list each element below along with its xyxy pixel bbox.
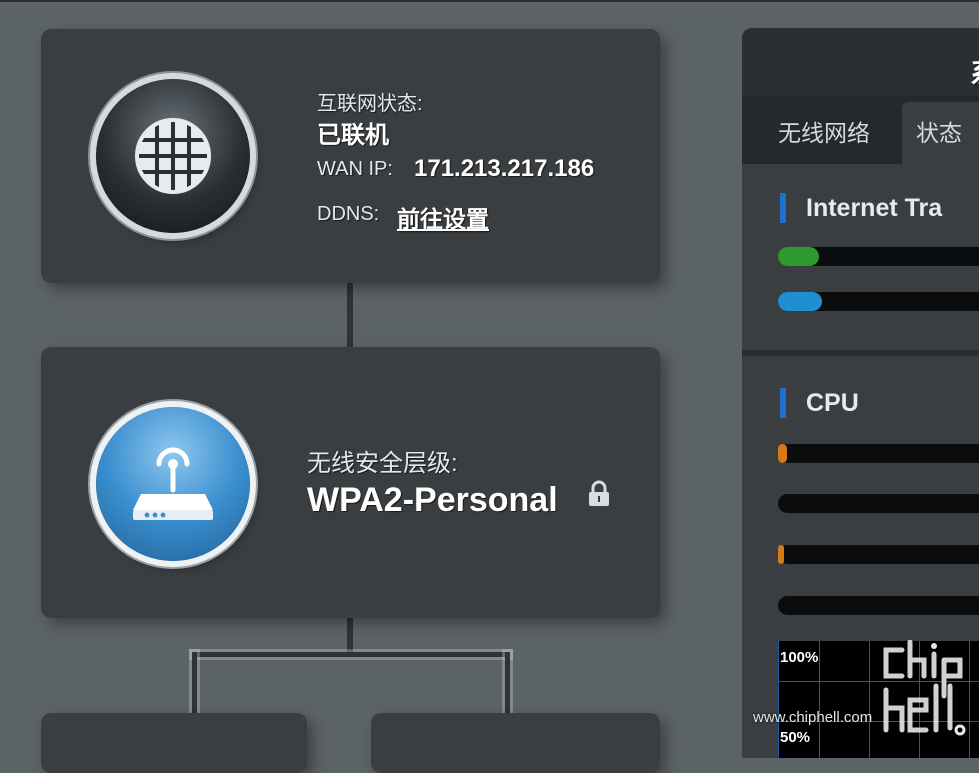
graph-label-100: 100% bbox=[780, 649, 819, 666]
cpu-core-bar bbox=[778, 444, 979, 463]
wireless-security-value: WPA2-Personal bbox=[307, 481, 558, 519]
section-marker bbox=[780, 193, 786, 223]
section-marker bbox=[780, 388, 786, 418]
wan-ip-value: 171.213.217.186 bbox=[414, 155, 595, 182]
cpu-title: CPU bbox=[806, 389, 859, 417]
cpu-core-bar bbox=[778, 545, 979, 564]
wireless-security-label: 无线安全层级: bbox=[307, 450, 458, 477]
section-divider bbox=[742, 350, 979, 356]
internet-status-value: 已联机 bbox=[317, 122, 389, 149]
wan-ip-label: WAN IP: bbox=[317, 158, 393, 180]
internet-status-card[interactable]: 互联网状态: 已联机 WAN IP: 171.213.217.186 DDNS:… bbox=[41, 29, 660, 283]
panel-tabs: 无线网络 状态 bbox=[742, 96, 979, 164]
top-edge-bar bbox=[0, 0, 979, 2]
cpu-core-bar-fill bbox=[778, 545, 784, 564]
connector-line bbox=[347, 283, 353, 349]
wireless-security-card[interactable]: 无线安全层级: WPA2-Personal bbox=[41, 347, 660, 618]
cpu-core-bar bbox=[778, 494, 979, 513]
panel-header: 系 bbox=[742, 28, 979, 96]
internet-traffic-title: Internet Tra bbox=[806, 194, 943, 222]
ddns-setup-link[interactable]: 前往设置 bbox=[397, 200, 489, 234]
tab-wireless[interactable]: 无线网络 bbox=[764, 102, 884, 164]
usb-card[interactable] bbox=[371, 713, 660, 773]
cpu-core-bar bbox=[778, 596, 979, 615]
cpu-core-bar-fill bbox=[778, 444, 788, 463]
client-card[interactable] bbox=[41, 713, 307, 773]
traffic-bar-download bbox=[778, 292, 979, 311]
internet-status-label: 互联网状态: bbox=[317, 93, 423, 115]
ddns-label: DDNS: bbox=[317, 203, 380, 225]
connector-line bbox=[192, 652, 510, 657]
globe-icon[interactable] bbox=[96, 79, 250, 233]
tab-status[interactable]: 状态 bbox=[902, 102, 979, 164]
traffic-bar-upload bbox=[778, 247, 979, 266]
chiphell-logo bbox=[880, 639, 970, 745]
router-icon[interactable] bbox=[96, 407, 250, 561]
graph-grid-line bbox=[819, 641, 820, 758]
graph-label-50: 50% bbox=[780, 729, 811, 746]
lock-icon bbox=[587, 480, 611, 513]
graph-grid-line bbox=[869, 641, 870, 758]
traffic-bar-download-fill bbox=[778, 292, 822, 311]
connector-line bbox=[347, 618, 353, 654]
traffic-bar-upload-fill bbox=[778, 247, 820, 266]
watermark-site-text: www.chiphell.com bbox=[753, 709, 873, 726]
panel-title: 系 bbox=[970, 52, 979, 92]
